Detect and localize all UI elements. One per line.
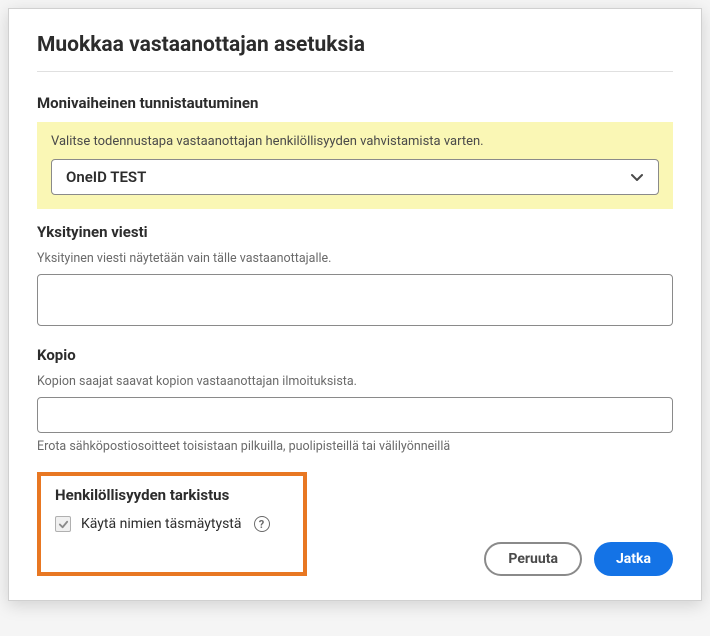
recipient-settings-dialog: Muokkaa vastaanottajan asetuksia Monivai… (8, 8, 702, 601)
private-message-input[interactable] (37, 274, 673, 326)
copy-recipients-input[interactable] (37, 397, 673, 433)
auth-method-select[interactable]: OneID TEST (51, 159, 659, 195)
identity-check-heading: Henkilöllisyyden tarkistus (55, 486, 289, 504)
continue-button[interactable]: Jatka (594, 542, 673, 576)
copy-section: Kopio Kopion saajat saavat kopion vastaa… (37, 346, 673, 454)
name-matching-label: Käytä nimien täsmäytystä (81, 516, 242, 532)
copy-helper: Kopion saajat saavat kopion vastaanottaj… (37, 374, 673, 389)
chevron-down-icon (630, 170, 644, 184)
multi-factor-auth-section: Monivaiheinen tunnistautuminen Valitse t… (37, 94, 673, 209)
copy-hint: Erota sähköpostiosoitteet toisistaan pil… (37, 439, 673, 454)
identity-check-highlight-box: Henkilöllisyyden tarkistus Käytä nimien … (37, 472, 307, 576)
checkmark-icon (58, 519, 69, 530)
dialog-title: Muokkaa vastaanottajan asetuksia (37, 33, 673, 72)
auth-highlight-area: Valitse todennustapa vastaanottajan henk… (37, 122, 673, 209)
private-message-heading: Yksityinen viesti (37, 223, 673, 241)
cancel-button[interactable]: Peruuta (484, 542, 582, 576)
auth-heading: Monivaiheinen tunnistautuminen (37, 94, 673, 112)
auth-method-selected-value: OneID TEST (66, 168, 630, 186)
private-message-helper: Yksityinen viesti näytetään vain tälle v… (37, 251, 673, 266)
copy-heading: Kopio (37, 346, 673, 364)
name-matching-checkbox-row: Käytä nimien täsmäytystä ? (55, 516, 289, 532)
name-matching-checkbox[interactable] (55, 516, 71, 532)
private-message-section: Yksityinen viesti Yksityinen viesti näyt… (37, 223, 673, 342)
auth-helper-text: Valitse todennustapa vastaanottajan henk… (51, 134, 659, 149)
help-icon[interactable]: ? (254, 516, 270, 532)
